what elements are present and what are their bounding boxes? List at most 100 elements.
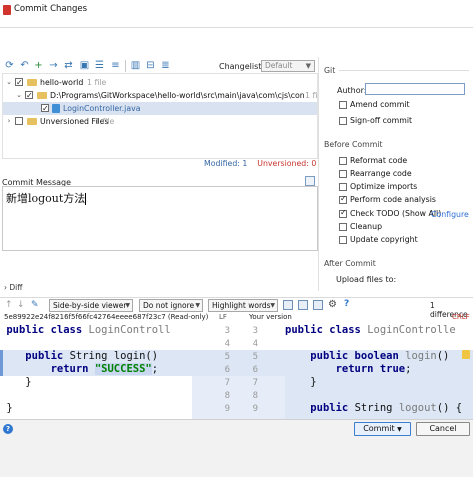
- code-line: public class LoginControlle: [285, 324, 456, 336]
- chevron-right-icon[interactable]: ›: [5, 115, 13, 128]
- code-line: public class LoginControll: [6, 324, 171, 336]
- rearrange-label: Rearrange code: [350, 169, 412, 178]
- collapse-all-icon[interactable]: ≡: [110, 60, 121, 71]
- code-line: public String login(): [0, 350, 192, 363]
- settings-icon[interactable]: ⚙: [328, 299, 337, 310]
- viewer-select[interactable]: Side-by-side viewer ▼: [49, 299, 133, 312]
- refresh-icon[interactable]: ⟳: [4, 60, 15, 71]
- tree-row-package[interactable]: ⌄ D:\Programs\GitWorkspace\hello-world\s…: [3, 89, 317, 102]
- code-line: return true;: [335, 363, 412, 375]
- window-title: Commit Changes: [14, 4, 88, 14]
- cancel-button[interactable]: Cancel: [416, 422, 470, 436]
- amend-label: Amend commit: [350, 100, 410, 109]
- tree-meta: 1 file: [87, 78, 107, 87]
- ignore-select[interactable]: Do not ignore ▼: [139, 299, 203, 312]
- update-copyright-label: Update copyright: [350, 235, 418, 244]
- tree-label: hello-world: [40, 78, 84, 87]
- sync-scroll-icon[interactable]: [313, 300, 323, 310]
- left-line-number: 5: [224, 352, 230, 362]
- collapse-icon[interactable]: ⊟: [145, 60, 156, 71]
- diff-section-header[interactable]: › Diff: [0, 283, 473, 293]
- configure-link[interactable]: Configure: [431, 210, 469, 219]
- tree-row-unversioned[interactable]: › Unversioned Files 1 file: [3, 115, 317, 128]
- group-icon[interactable]: ▣: [79, 60, 90, 71]
- right-line-number: 7: [252, 378, 258, 388]
- cleanup-checkbox[interactable]: [339, 223, 347, 231]
- changelist-select[interactable]: Default ▼: [261, 60, 315, 72]
- chevron-down-icon: ▼: [305, 62, 311, 70]
- folder-icon: [27, 79, 37, 86]
- right-diff-pane[interactable]: public class LoginControlle public boole…: [285, 322, 473, 419]
- left-diff-pane[interactable]: public class LoginControll public String…: [0, 322, 192, 419]
- right-line-number: 6: [252, 365, 258, 375]
- align-icon[interactable]: [283, 300, 293, 310]
- help-button[interactable]: ?: [3, 424, 13, 434]
- tree-row-file[interactable]: LoginController.java: [3, 102, 317, 115]
- after-commit-title: After Commit: [324, 259, 376, 268]
- cleanup-label: Cleanup: [350, 222, 383, 231]
- code-line: public boolean login(): [310, 350, 450, 362]
- status-line: Modified: 1 Unversioned: 0 of 1: [204, 159, 334, 168]
- left-line-number: 6: [224, 365, 230, 375]
- next-diff-icon[interactable]: ↓: [17, 300, 25, 310]
- help-icon[interactable]: ?: [344, 299, 349, 309]
- edit-source-icon[interactable]: ✎: [31, 300, 39, 310]
- rearrange-checkbox[interactable]: [339, 170, 347, 178]
- chevron-down-icon: ▼: [270, 302, 275, 309]
- code-line: return "SUCCESS";: [0, 363, 192, 376]
- right-line-number: 8: [252, 391, 258, 401]
- author-label: Author:: [337, 86, 367, 95]
- check-todo-checkbox[interactable]: [339, 208, 347, 218]
- chevron-down-icon[interactable]: ⌄: [5, 76, 13, 89]
- tree-row-project[interactable]: ⌄ hello-world 1 file: [3, 76, 317, 89]
- options-panel: Git Author: Amend commit Sign-off commit…: [318, 57, 473, 291]
- commit-button[interactable]: Commit ▼: [354, 422, 411, 436]
- left-version-label: 5e89922e24f8216f5f66fc42764eeee687f23c7 …: [4, 313, 209, 321]
- reformat-checkbox[interactable]: [339, 157, 347, 165]
- amend-checkbox[interactable]: [339, 101, 347, 109]
- checkbox-file[interactable]: [41, 102, 49, 115]
- code-analysis-checkbox[interactable]: [339, 194, 347, 204]
- right-line-number: 9: [252, 404, 258, 414]
- update-copyright-checkbox[interactable]: [339, 236, 347, 244]
- left-line-number: 7: [224, 378, 230, 388]
- expand-icon[interactable]: ▥: [130, 60, 141, 71]
- text-caret: [85, 193, 87, 205]
- history-icon[interactable]: [305, 176, 315, 186]
- commit-message-input[interactable]: 新增logout方法: [2, 186, 318, 251]
- tree-meta: 1 file: [95, 117, 115, 126]
- folder-icon: [27, 118, 37, 125]
- chevron-down-icon[interactable]: ⌄: [15, 89, 23, 102]
- checkbox-unversioned[interactable]: [15, 117, 23, 125]
- reformat-label: Reformat code: [350, 156, 408, 165]
- move-icon[interactable]: →: [48, 60, 59, 71]
- right-line-separator: CRLF: [452, 313, 470, 321]
- ignore-value: Do not ignore: [143, 301, 195, 310]
- code-line: }: [0, 402, 13, 414]
- right-version-label: Your version: [249, 313, 292, 321]
- collapse-unchanged-icon[interactable]: [298, 300, 308, 310]
- diff-icon[interactable]: ⇄: [63, 60, 74, 71]
- tree-meta: 1 file: [305, 91, 317, 100]
- optimize-imports-label: Optimize imports: [350, 182, 418, 191]
- signoff-checkbox[interactable]: [339, 117, 347, 125]
- tree-label: D:\Programs\GitWorkspace\hello-world\src…: [50, 91, 305, 100]
- viewer-value: Side-by-side viewer: [53, 301, 127, 310]
- checkbox-project[interactable]: [15, 76, 23, 89]
- expand-all-icon[interactable]: ☰: [94, 60, 105, 71]
- lock-icon: [462, 350, 470, 359]
- checkbox-package[interactable]: [25, 89, 33, 102]
- right-line-number: 4: [252, 339, 258, 349]
- optimize-imports-checkbox[interactable]: [339, 183, 347, 191]
- sort-icon[interactable]: ≣: [160, 60, 171, 71]
- highlight-select[interactable]: Highlight words ▼: [208, 299, 278, 312]
- right-line-number: 5: [252, 352, 258, 362]
- previous-diff-icon[interactable]: ↑: [5, 300, 13, 310]
- add-icon[interactable]: +: [33, 60, 44, 71]
- code-analysis-label: Perform code analysis: [350, 195, 436, 204]
- folder-icon: [37, 92, 47, 99]
- author-input[interactable]: [365, 83, 465, 95]
- revert-icon[interactable]: ↶: [19, 60, 30, 71]
- title-bar: Commit Changes: [0, 0, 473, 28]
- left-line-number: 8: [224, 391, 230, 401]
